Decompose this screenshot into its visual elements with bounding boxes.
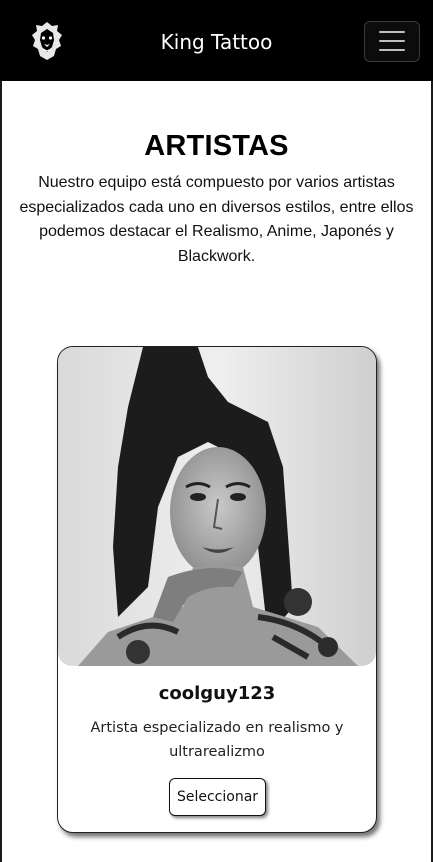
hamburger-menu-icon <box>379 40 405 42</box>
brand-title[interactable]: King Tattoo <box>161 30 273 54</box>
hamburger-menu-icon <box>379 49 405 51</box>
select-artist-button[interactable]: Seleccionar <box>169 778 266 816</box>
navbar: King Tattoo <box>0 0 433 81</box>
artists-section: ARTISTAS Nuestro equipo está compuesto p… <box>0 81 433 269</box>
menu-toggle-button[interactable] <box>364 20 420 62</box>
hamburger-menu-icon <box>379 31 405 33</box>
artist-name: coolguy123 <box>158 683 276 704</box>
lion-head-icon[interactable] <box>30 20 64 62</box>
section-title: ARTISTAS <box>144 130 289 162</box>
artist-card: coolguy123 Artista especializado en real… <box>57 346 377 833</box>
section-description: Nuestro equipo está compuesto por varios… <box>19 174 414 265</box>
artist-photo <box>58 347 376 666</box>
artist-description: Artista especializado en realismo y ultr… <box>90 720 344 760</box>
